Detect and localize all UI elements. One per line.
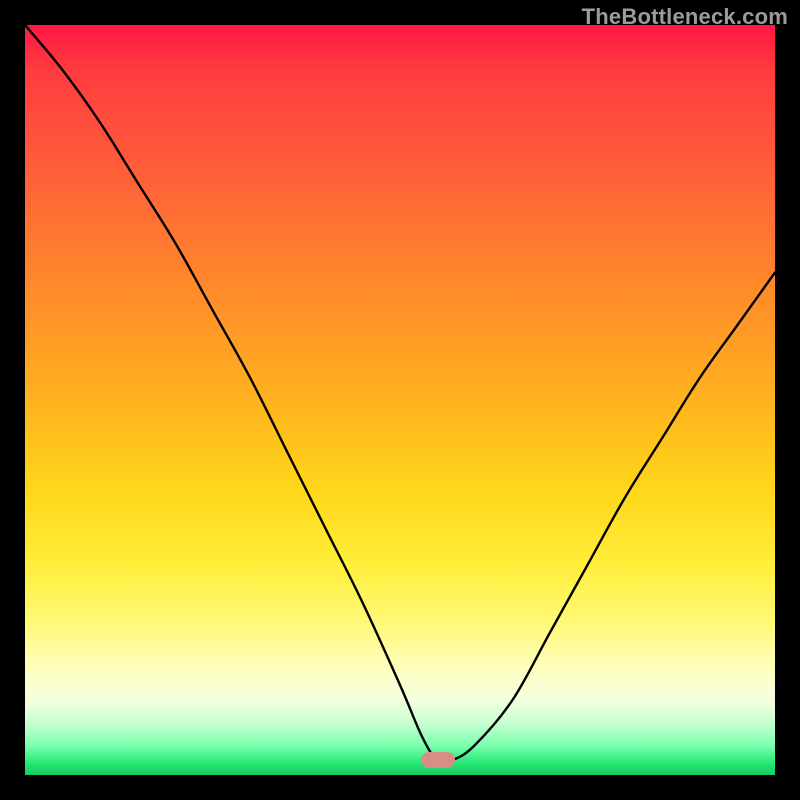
chart-frame: TheBottleneck.com — [0, 0, 800, 800]
plot-area — [25, 25, 775, 775]
optimal-point-marker — [421, 752, 455, 768]
bottleneck-curve — [25, 25, 775, 775]
watermark-text: TheBottleneck.com — [582, 4, 788, 30]
